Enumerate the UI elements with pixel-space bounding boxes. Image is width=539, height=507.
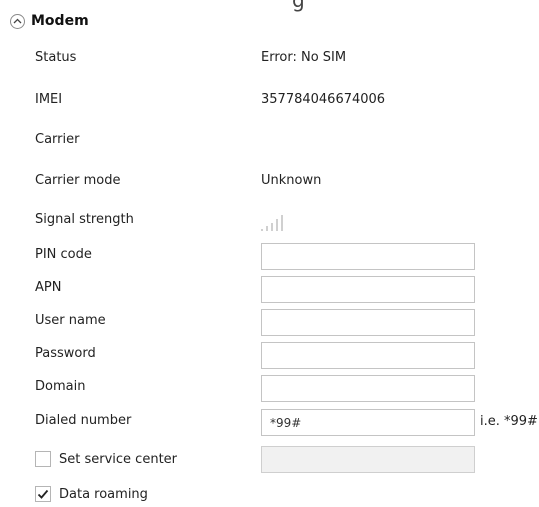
section-title: Modem	[31, 13, 89, 29]
service-center-label: Set service center	[59, 451, 178, 467]
pin-code-label: PIN code	[35, 247, 92, 262]
imei-value: 357784046674006	[261, 92, 386, 107]
apn-input[interactable]	[261, 276, 475, 303]
user-name-input[interactable]	[261, 309, 475, 336]
domain-label: Domain	[35, 379, 86, 394]
password-label: Password	[35, 346, 96, 361]
service-center-checkbox-wrap[interactable]: Set service center	[35, 451, 177, 467]
carrier-mode-label: Carrier mode	[35, 173, 121, 188]
carrier-mode-value: Unknown	[261, 173, 322, 188]
imei-label: IMEI	[35, 92, 63, 107]
data-roaming-label: Data roaming	[59, 486, 148, 502]
chevron-up-icon[interactable]	[10, 13, 25, 29]
dialed-number-label: Dialed number	[35, 413, 132, 428]
data-roaming-checkbox-wrap[interactable]: Data roaming	[35, 486, 148, 502]
clipped-heading-fragment: g	[292, 0, 306, 12]
pin-code-input[interactable]	[261, 243, 475, 270]
status-label: Status	[35, 50, 77, 65]
checkmark-icon	[37, 489, 49, 499]
data-roaming-checkbox[interactable]	[35, 486, 51, 502]
signal-strength-label: Signal strength	[35, 212, 134, 227]
service-center-input	[261, 446, 475, 473]
apn-label: APN	[35, 280, 62, 295]
password-input[interactable]	[261, 342, 475, 369]
carrier-label: Carrier	[35, 132, 80, 147]
status-value: Error: No SIM	[261, 50, 347, 65]
domain-input[interactable]	[261, 375, 475, 402]
service-center-checkbox[interactable]	[35, 451, 51, 467]
user-name-label: User name	[35, 313, 106, 328]
signal-bars-icon	[261, 214, 287, 236]
dialed-number-input[interactable]	[261, 409, 475, 436]
modem-section-header[interactable]: Modem	[10, 12, 89, 30]
dialed-number-hint: i.e. *99#	[480, 414, 538, 429]
